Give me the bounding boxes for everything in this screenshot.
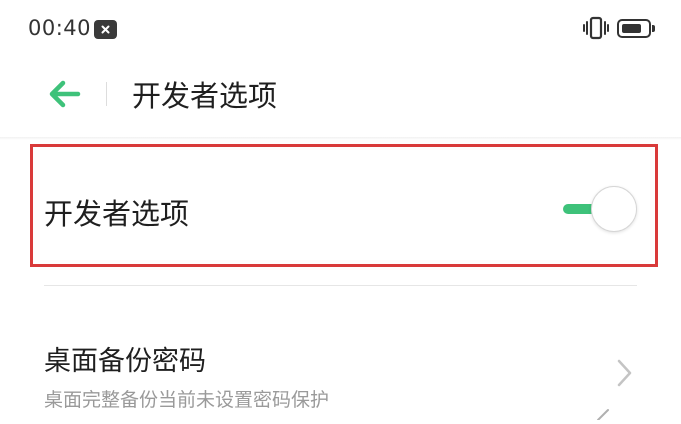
header-shadow xyxy=(0,137,681,140)
battery-level xyxy=(622,24,641,33)
toggle-knob xyxy=(591,186,637,232)
scroll-indicator-icon xyxy=(596,405,610,421)
developer-options-toggle[interactable] xyxy=(563,186,637,232)
vibrate-icon xyxy=(582,15,610,45)
status-time: 00:40 xyxy=(28,16,92,40)
header-divider xyxy=(106,82,107,106)
close-box-icon xyxy=(94,20,117,39)
arrow-left-icon xyxy=(49,80,81,108)
battery-terminal xyxy=(652,25,655,32)
backup-password-subtitle: 桌面完整备份当前未设置密码保护 xyxy=(44,389,330,411)
page-title: 开发者选项 xyxy=(132,79,278,113)
developer-options-label: 开发者选项 xyxy=(44,197,190,231)
row-divider xyxy=(44,285,637,286)
chevron-right-icon xyxy=(616,358,634,392)
backup-password-title: 桌面备份密码 xyxy=(44,346,206,377)
battery-icon xyxy=(617,19,655,38)
back-button[interactable] xyxy=(44,76,84,112)
